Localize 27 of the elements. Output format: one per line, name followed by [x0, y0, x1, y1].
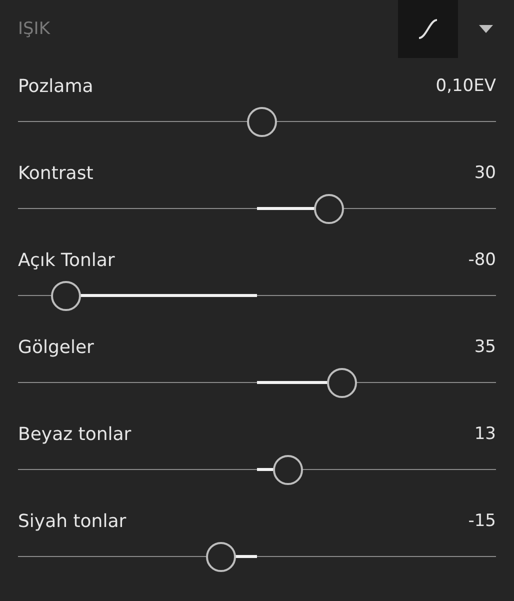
slider-label: Gölgeler: [18, 336, 94, 358]
caret-icon: [479, 25, 493, 33]
slider-label: Kontrast: [18, 162, 94, 184]
slider[interactable]: [18, 107, 496, 137]
slider-value: -15: [468, 511, 496, 531]
slider-thumb[interactable]: [246, 107, 277, 137]
slider-label: Açık Tonlar: [18, 250, 115, 270]
slider-value: 0,10EV: [436, 76, 496, 96]
slider-label: Beyaz tonlar: [18, 424, 132, 444]
slider[interactable]: [18, 194, 496, 224]
slider-thumb[interactable]: [327, 368, 358, 398]
slider[interactable]: [18, 542, 496, 572]
slider-thumb[interactable]: [314, 194, 344, 224]
slider[interactable]: [18, 368, 496, 398]
slider-thumb[interactable]: [273, 455, 304, 485]
slider-value: 30: [474, 163, 496, 183]
slider-thumb[interactable]: [50, 281, 81, 311]
slider[interactable]: [18, 281, 496, 311]
slider-thumb[interactable]: [206, 542, 236, 572]
slider-value: 35: [474, 337, 496, 357]
slider-value: -80: [468, 250, 496, 270]
slider[interactable]: [18, 455, 496, 485]
panel-title: IŞIK: [18, 19, 52, 39]
curve-icon: [416, 17, 440, 41]
slider-value: 13: [474, 424, 496, 444]
slider-label: Siyah tonlar: [18, 510, 126, 532]
slider-label: Pozlama: [18, 76, 94, 96]
